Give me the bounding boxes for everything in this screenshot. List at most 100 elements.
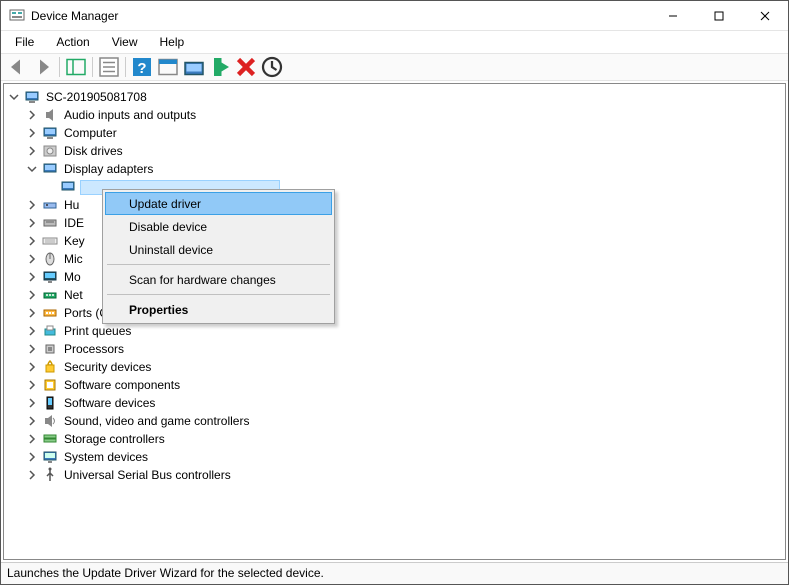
tree-expand-icon[interactable]	[24, 341, 40, 357]
tree-expand-icon[interactable]	[24, 107, 40, 123]
uninstall-device-button[interactable]	[234, 55, 258, 79]
tree-expand-icon[interactable]	[24, 215, 40, 231]
scan-hardware-button[interactable]	[260, 55, 284, 79]
tree-expand-icon[interactable]	[24, 125, 40, 141]
menu-file[interactable]: File	[7, 33, 42, 51]
tree-item-label: Universal Serial Bus controllers	[62, 466, 233, 484]
tree-item-display[interactable]: Display adapters	[6, 160, 781, 178]
app-icon	[9, 8, 25, 24]
tree-expand-icon[interactable]	[24, 161, 40, 177]
tree-item-label: Software devices	[62, 394, 157, 412]
tree-item-label: System devices	[62, 448, 150, 466]
menu-view[interactable]: View	[104, 33, 146, 51]
tree-expand-icon[interactable]	[6, 89, 22, 105]
storage-icon	[42, 431, 58, 447]
context-menu-label: Disable device	[129, 220, 207, 234]
action-toolbar-button[interactable]	[156, 55, 180, 79]
tree-expand-icon[interactable]	[24, 359, 40, 375]
system-icon	[42, 449, 58, 465]
tree-item-usb[interactable]: Universal Serial Bus controllers	[6, 466, 781, 484]
ide-icon	[42, 215, 58, 231]
context-menu-disable-device[interactable]: Disable device	[105, 215, 332, 238]
context-menu-uninstall-device[interactable]: Uninstall device	[105, 238, 332, 261]
show-hide-console-tree-button[interactable]	[64, 55, 88, 79]
tree-item-label: Mic	[62, 250, 85, 268]
context-menu: Update driver Disable device Uninstall d…	[102, 189, 335, 324]
device-manager-window: Device Manager File Action View Help ? S…	[0, 0, 789, 585]
context-menu-properties[interactable]: Properties	[105, 298, 332, 321]
tree-expand-icon[interactable]	[24, 395, 40, 411]
tree-item-label: Computer	[62, 124, 119, 142]
print-icon	[42, 323, 58, 339]
toolbar: ?	[1, 53, 788, 81]
tree-item-label: Software components	[62, 376, 182, 394]
tree-item-computer[interactable]: Computer	[6, 124, 781, 142]
keyb-icon	[42, 233, 58, 249]
context-menu-label: Properties	[129, 303, 188, 317]
tree-item-sound[interactable]: Sound, video and game controllers	[6, 412, 781, 430]
tree-item-label: Net	[62, 286, 85, 304]
close-button[interactable]	[742, 1, 788, 31]
back-button[interactable]	[5, 55, 29, 79]
tree-item-storage[interactable]: Storage controllers	[6, 430, 781, 448]
help-button[interactable]: ?	[130, 55, 154, 79]
tree-item-label: Key	[62, 232, 87, 250]
tree-item-label: Audio inputs and outputs	[62, 106, 198, 124]
monitor-icon	[42, 269, 58, 285]
tree-expand-icon[interactable]	[24, 197, 40, 213]
tree-item-swcomp[interactable]: Software components	[6, 376, 781, 394]
tree-item-system[interactable]: System devices	[6, 448, 781, 466]
tree-item-security[interactable]: Security devices	[6, 358, 781, 376]
svg-text:?: ?	[137, 60, 146, 77]
tree-expand-icon[interactable]	[24, 143, 40, 159]
tree-root[interactable]: SC-201905081708	[6, 88, 781, 106]
swdev-icon	[42, 395, 58, 411]
tree-expand-icon[interactable]	[24, 323, 40, 339]
usb-icon	[42, 467, 58, 483]
hid-icon	[42, 197, 58, 213]
tree-expand-icon[interactable]	[24, 287, 40, 303]
tree-item-label: Hu	[62, 196, 81, 214]
tree-expand-icon[interactable]	[24, 269, 40, 285]
menu-action[interactable]: Action	[48, 33, 97, 51]
menu-help[interactable]: Help	[152, 33, 193, 51]
enable-device-button[interactable]	[208, 55, 232, 79]
tree-item-label: Sound, video and game controllers	[62, 412, 251, 430]
context-menu-update-driver[interactable]: Update driver	[105, 192, 332, 215]
tree-expand-icon[interactable]	[24, 449, 40, 465]
context-menu-separator	[107, 294, 330, 295]
properties-button[interactable]	[97, 55, 121, 79]
tree-item-label: SC-201905081708	[44, 88, 149, 106]
tree-item-swdev[interactable]: Software devices	[6, 394, 781, 412]
context-menu-label: Update driver	[129, 197, 201, 211]
status-text: Launches the Update Driver Wizard for th…	[7, 566, 324, 580]
statusbar: Launches the Update Driver Wizard for th…	[1, 562, 788, 584]
mouse-icon	[42, 251, 58, 267]
tree-expand-icon[interactable]	[24, 233, 40, 249]
context-menu-scan-hardware[interactable]: Scan for hardware changes	[105, 268, 332, 291]
tree-expand-icon[interactable]	[24, 431, 40, 447]
tree-expand-icon[interactable]	[24, 251, 40, 267]
menubar: File Action View Help	[1, 31, 788, 53]
update-driver-button[interactable]	[182, 55, 206, 79]
tree-item-audio[interactable]: Audio inputs and outputs	[6, 106, 781, 124]
forward-button[interactable]	[31, 55, 55, 79]
computer-icon	[24, 89, 40, 105]
tree-item-cpu[interactable]: Processors	[6, 340, 781, 358]
tree-expand-icon[interactable]	[24, 467, 40, 483]
disk-icon	[42, 143, 58, 159]
ports-icon	[42, 305, 58, 321]
maximize-button[interactable]	[696, 1, 742, 31]
tree-expand-icon[interactable]	[24, 377, 40, 393]
tree-item-label: Print queues	[62, 322, 133, 340]
sound-icon	[42, 413, 58, 429]
minimize-button[interactable]	[650, 1, 696, 31]
audio-icon	[42, 107, 58, 123]
swcomp-icon	[42, 377, 58, 393]
tree-expand-icon[interactable]	[24, 305, 40, 321]
tree-item-label: Display adapters	[62, 160, 155, 178]
tree-expand-icon[interactable]	[24, 413, 40, 429]
context-menu-label: Scan for hardware changes	[129, 273, 276, 287]
tree-item-print[interactable]: Print queues	[6, 322, 781, 340]
tree-item-disk[interactable]: Disk drives	[6, 142, 781, 160]
